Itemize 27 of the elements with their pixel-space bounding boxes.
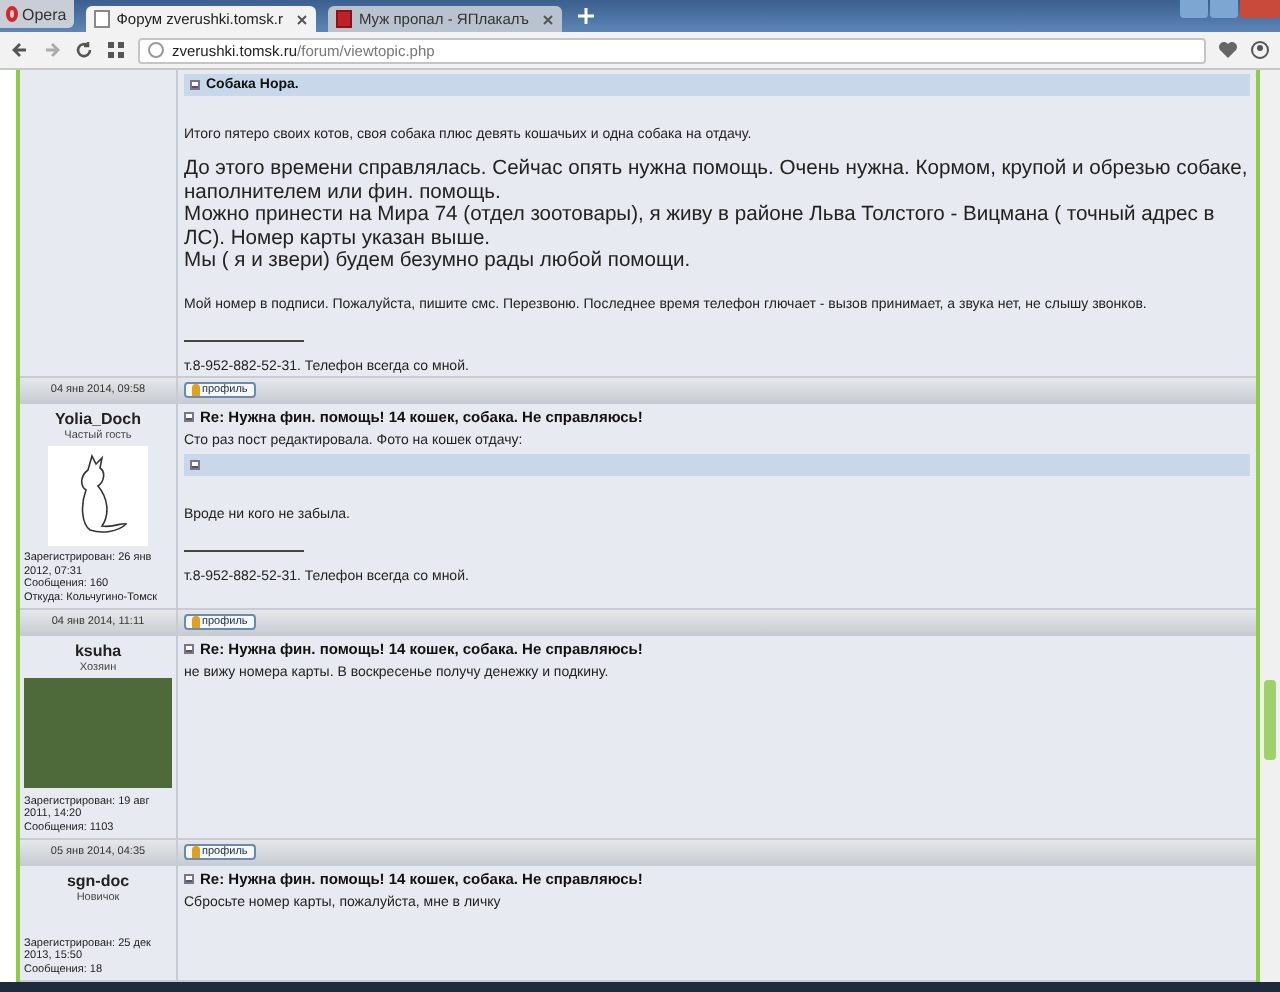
close-icon[interactable] <box>296 13 309 25</box>
cat-drawing-avatar <box>48 446 148 546</box>
page-icon <box>94 10 111 28</box>
globe-icon <box>148 42 164 58</box>
back-icon[interactable] <box>10 40 30 60</box>
close-icon[interactable] <box>542 13 555 25</box>
reload-icon[interactable] <box>74 40 94 60</box>
scrollbar-thumb[interactable] <box>1264 680 1276 760</box>
scrollbar[interactable] <box>1260 70 1280 982</box>
expand-icon[interactable] <box>190 460 200 470</box>
collapse-icon[interactable] <box>184 412 194 422</box>
new-tab-icon[interactable] <box>578 8 595 24</box>
post-text: До этого времени справлялась. Сейчас опять нужна помощь. Очень нужна. Кормом, крупой и обрезью собаке, наполнителем или фин. помощь. Можно принести на Мира 74 (отдел зоотовары), я живу в районе Льва Толстого - Вицмана ( точный адрес в ЛС). Номер карты указан выше. Мы ( я и звери) будем безумно рады любой помощи. <box>184 158 1250 273</box>
favicon-icon <box>336 10 353 28</box>
user-icon <box>192 616 200 628</box>
expand-icon[interactable] <box>190 80 200 90</box>
user-icon <box>192 384 200 396</box>
user-icon <box>192 846 200 858</box>
heart-icon[interactable] <box>1218 40 1238 60</box>
username[interactable]: Yolia_Doch <box>55 410 141 428</box>
account-icon[interactable] <box>1250 40 1270 60</box>
username[interactable]: sgn-doc <box>66 872 130 890</box>
browser-menu-button[interactable]: Opera <box>0 0 75 28</box>
collapse-icon[interactable] <box>184 874 194 884</box>
username[interactable]: ksuha <box>74 642 122 660</box>
collapse-icon[interactable] <box>184 644 194 654</box>
grid-icon[interactable] <box>106 40 126 60</box>
